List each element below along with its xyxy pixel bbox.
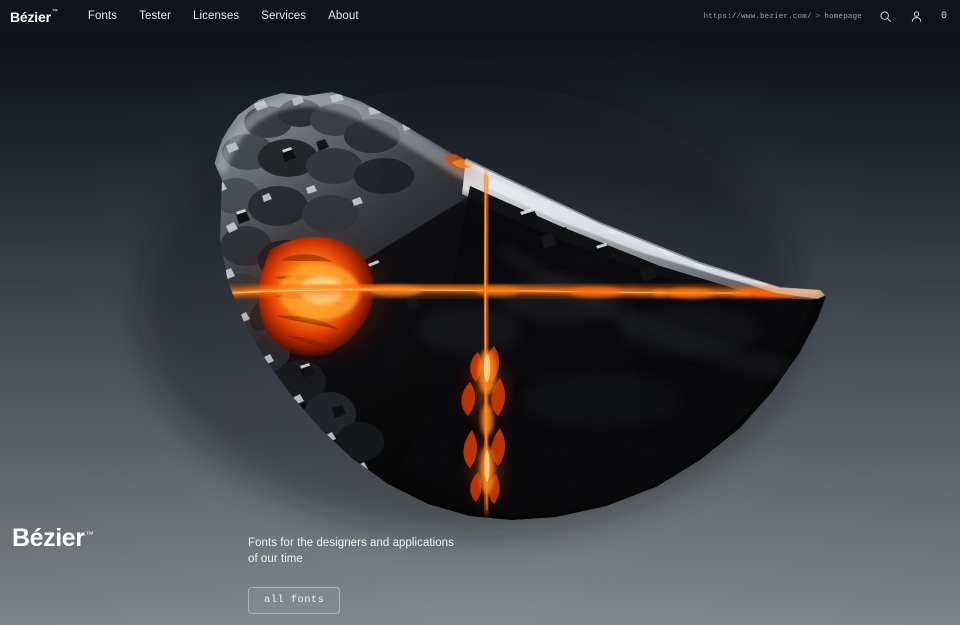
lava-crack-vertical: [478, 169, 494, 516]
breadcrumb-url: https://www.bezier.com/: [703, 12, 812, 21]
nav-item-licenses[interactable]: Licenses: [193, 10, 239, 23]
lava-top-notch: [436, 150, 488, 182]
rock-crystal-chips: [236, 139, 657, 418]
all-fonts-button[interactable]: all fonts: [248, 587, 341, 614]
site-header: Bézier ™ Fonts Tester Licenses Services A…: [0, 0, 960, 33]
breadcrumb: https://www.bezier.com/ > homepage: [704, 13, 862, 21]
lava-pocket: [229, 220, 401, 372]
volcanic-rock-illustration: [140, 85, 826, 535]
brand-logo[interactable]: Bézier ™: [10, 8, 58, 25]
background-glow: [0, 0, 960, 625]
rock-bottom-shadow: [392, 444, 740, 520]
rock-crag-lumps: [214, 99, 414, 462]
hero-wordmark-text: Bézier: [12, 524, 85, 552]
nav-item-tester[interactable]: Tester: [139, 10, 171, 23]
rock-bevel-specular: [488, 178, 800, 294]
rock-grain-overlay: [214, 92, 826, 520]
lava-pocket-ridges: [272, 254, 346, 350]
hero-tagline: Fonts for the designers and applications…: [248, 536, 548, 567]
nav-item-services[interactable]: Services: [261, 10, 306, 23]
rock-dark-face-sheen: [494, 240, 800, 382]
rock-outer-edge-light: [464, 158, 825, 299]
search-icon[interactable]: [878, 9, 893, 24]
hero-tagline-line-1: Fonts for the designers and applications: [248, 537, 454, 549]
rock-crystal-glints: [236, 147, 608, 369]
hero-tagline-line-2: of our time: [248, 552, 303, 565]
rock-bevel-shade: [462, 192, 806, 322]
breadcrumb-separator-icon: >: [815, 12, 821, 21]
account-icon[interactable]: [909, 9, 924, 24]
nav-item-about[interactable]: About: [328, 10, 359, 23]
brand-logo-text: Bézier: [10, 8, 51, 25]
header-actions: https://www.bezier.com/ > homepage 0: [704, 9, 960, 24]
rock-crag-highlights: [214, 93, 415, 473]
rock-bevel-top: [462, 158, 826, 302]
cart-count-badge[interactable]: 0: [940, 11, 948, 22]
lava-right-embers: [652, 287, 822, 296]
lava-lower-flames: [457, 344, 517, 520]
nav-item-fonts[interactable]: Fonts: [88, 10, 117, 23]
hero-trademark-icon: ™: [85, 529, 94, 539]
rock-bevel-sparkles: [607, 229, 806, 293]
lava-crack-horizontal: [214, 280, 821, 302]
brand-trademark-icon: ™: [51, 8, 58, 15]
rock-ambient-shadow: [140, 85, 800, 535]
rock-craggy-face: [214, 92, 490, 344]
rock-body: [214, 92, 826, 520]
page-root: Bézier ™ Fonts Tester Licenses Services A…: [0, 0, 960, 625]
hero-wordmark: Bézier™: [12, 526, 94, 551]
hero-artwork: [0, 0, 960, 625]
rock-dark-texture: [420, 278, 760, 428]
rock-top-rim-light: [216, 92, 498, 196]
main-navigation: Fonts Tester Licenses Services About: [88, 10, 359, 23]
breadcrumb-page: homepage: [824, 12, 862, 21]
rock-dark-face: [396, 186, 812, 518]
